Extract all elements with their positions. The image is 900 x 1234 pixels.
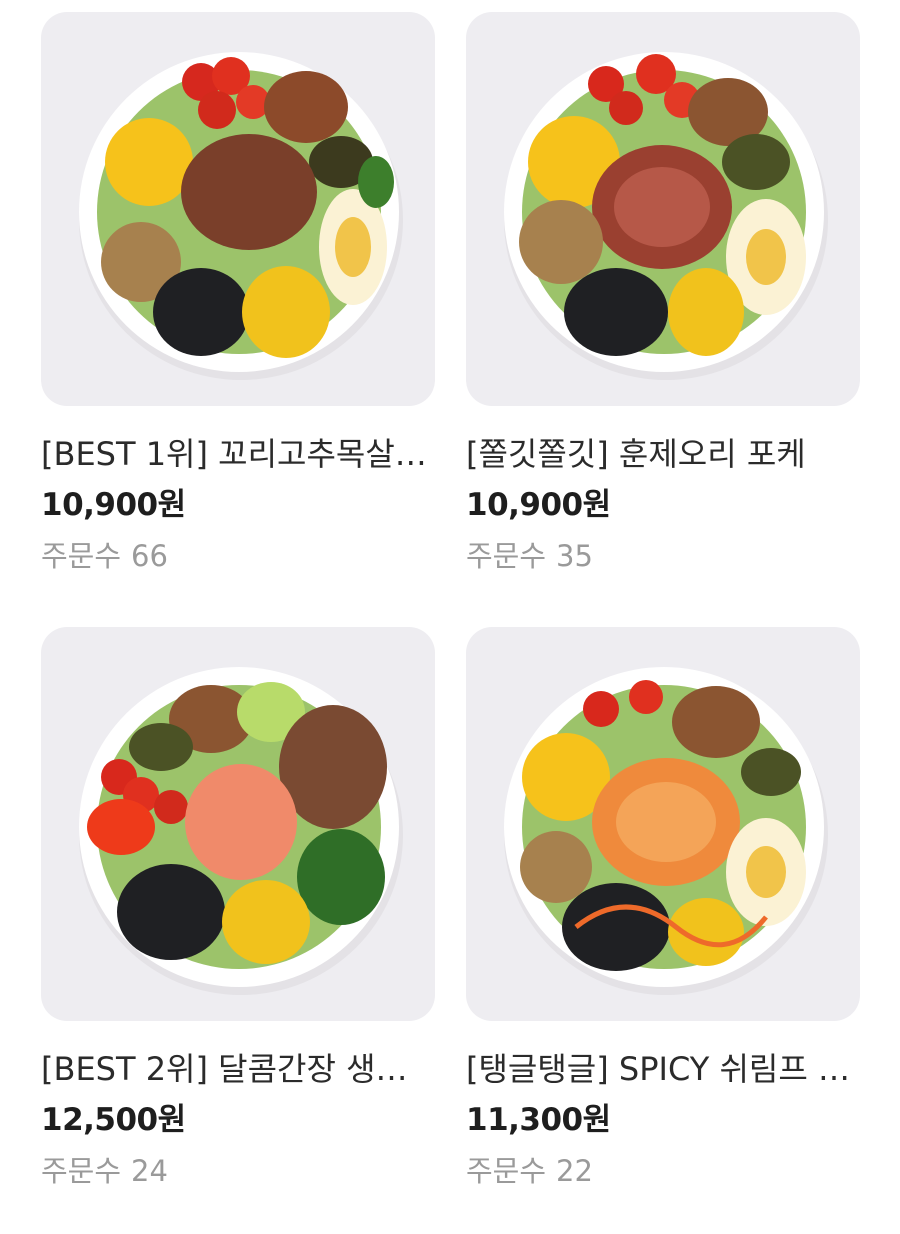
order-count: 주문수 35 (466, 536, 860, 576)
order-count-value: 22 (556, 1154, 593, 1188)
product-card[interactable]: [BEST 2위] 달콤간장 생연어 포케 12,500원 주문수 24 (41, 627, 435, 1202)
order-count-label: 주문수 (41, 1154, 122, 1188)
product-card[interactable]: [BEST 1위] 꼬리고추목살 샐러드 10,900원 주문수 66 (41, 12, 435, 587)
order-count-value: 24 (131, 1154, 168, 1188)
salad-bowl-spicy-shrimp-image (504, 667, 828, 995)
product-image[interactable] (466, 627, 860, 1021)
product-title[interactable]: [BEST 2위] 달콤간장 생연어 포케 (41, 1049, 435, 1089)
salad-bowl-pork-neck-image (79, 52, 403, 380)
product-card[interactable]: [탱글탱글] SPICY 쉬림프 포케 11,300원 주문수 22 (466, 627, 860, 1202)
product-image[interactable] (41, 627, 435, 1021)
order-count-label: 주문수 (466, 539, 547, 573)
order-count: 주문수 22 (466, 1151, 860, 1191)
product-price: 12,500원 (41, 1102, 186, 1138)
product-title[interactable]: [쫄깃쫄깃] 훈제오리 포케 (466, 434, 860, 474)
salad-bowl-smoked-duck-image (504, 52, 828, 380)
product-title[interactable]: [BEST 1위] 꼬리고추목살 샐러드 (41, 434, 435, 474)
product-image[interactable] (41, 12, 435, 406)
product-title[interactable]: [탱글탱글] SPICY 쉬림프 포케 (466, 1049, 860, 1089)
product-image[interactable] (466, 12, 860, 406)
product-price: 10,900원 (41, 487, 186, 523)
order-count: 주문수 66 (41, 536, 435, 576)
order-count-label: 주문수 (466, 1154, 547, 1188)
order-count-value: 66 (131, 539, 168, 573)
product-price: 10,900원 (466, 487, 611, 523)
order-count-value: 35 (556, 539, 593, 573)
salad-bowl-salmon-image (79, 667, 403, 995)
product-card[interactable]: [쫄깃쫄깃] 훈제오리 포케 10,900원 주문수 35 (466, 12, 860, 587)
order-count: 주문수 24 (41, 1151, 435, 1191)
product-price: 11,300원 (466, 1102, 611, 1138)
product-grid: [BEST 1위] 꼬리고추목살 샐러드 10,900원 주문수 66 (0, 0, 900, 1234)
order-count-label: 주문수 (41, 539, 122, 573)
